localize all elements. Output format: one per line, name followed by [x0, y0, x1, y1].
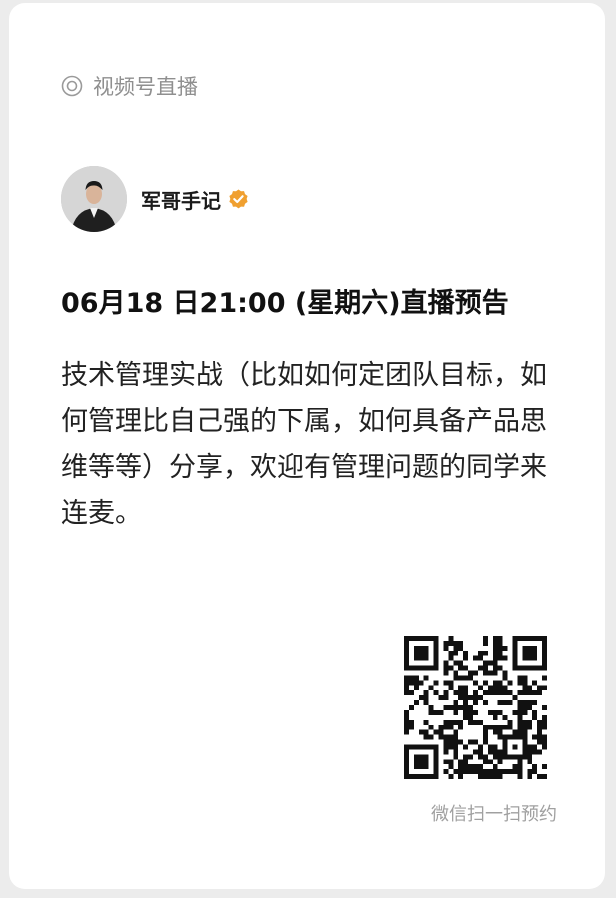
qr-code[interactable]	[404, 636, 547, 779]
author-name[interactable]: 军哥手记	[141, 185, 221, 214]
qr-caption: 微信扫一扫预约	[431, 804, 557, 825]
live-ring-icon	[61, 75, 83, 97]
author-row[interactable]: 军哥手记	[61, 166, 250, 232]
live-schedule-title: 06月18 日21:00 (星期六)直播预告	[61, 288, 509, 319]
channel-label: 视频号直播	[93, 75, 198, 99]
verified-badge-icon	[229, 188, 248, 208]
channel-header: 视频号直播	[61, 71, 198, 101]
avatar-image	[61, 166, 127, 232]
live-description: 技术管理实战（比如如何定团队目标，如何管理比自己强的下属，如何具备产品思维等等）…	[61, 360, 547, 529]
avatar[interactable]	[61, 166, 127, 232]
live-preview-card: 视频号直播 军哥手记 06月18 日21:00 (星期六)直播预告 技术管理实战…	[9, 3, 605, 889]
